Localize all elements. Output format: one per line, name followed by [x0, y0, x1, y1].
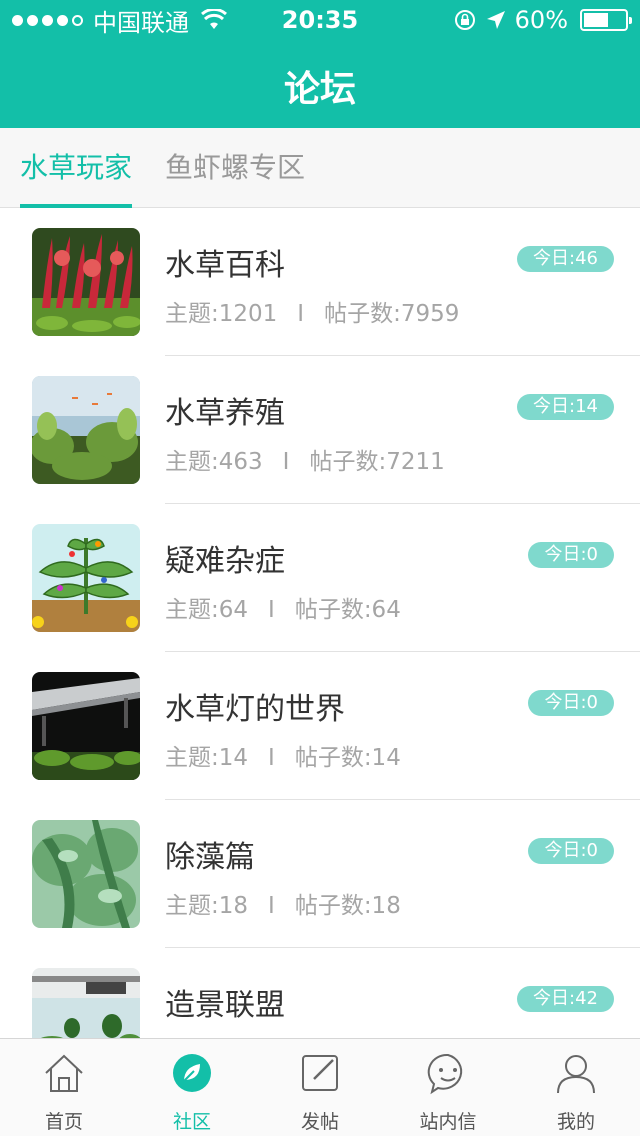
forum-row-algae-removal[interactable]: 除藻篇 主题:18 I 帖子数:18 今日:0	[0, 800, 640, 948]
forum-title: 疑难杂症	[165, 544, 285, 579]
message-icon	[427, 1053, 463, 1095]
today-count-badge: 今日:46	[517, 246, 614, 272]
stats-separator: I	[297, 301, 305, 327]
post-count: 帖子数:7959	[324, 301, 460, 327]
today-count-badge: 今日:0	[528, 690, 614, 716]
stats-separator: I	[268, 745, 275, 771]
tab-aquatic-plant-players[interactable]: 水草玩家	[20, 128, 133, 208]
tab-home[interactable]: 首页	[0, 1039, 128, 1136]
aquarium-light-thumbnail	[32, 672, 140, 780]
forum-stats: 主题:14 I 帖子数:14	[165, 738, 401, 772]
battery-percentage: 60%	[514, 6, 568, 34]
tab-label: 社区	[172, 1111, 211, 1133]
forum-title: 水草百科	[165, 248, 285, 283]
post-count: 帖子数:14	[294, 745, 401, 771]
compose-icon	[302, 1055, 338, 1091]
tab-profile[interactable]: 我的	[512, 1039, 640, 1136]
today-count-badge: 今日:0	[528, 838, 614, 864]
post-count: 帖子数:7211	[309, 449, 445, 475]
location-arrow-icon	[486, 11, 505, 29]
tab-compose[interactable]: 发帖	[256, 1039, 384, 1136]
topic-count: 主题:18	[165, 893, 249, 919]
topic-count: 主题:1201	[165, 301, 278, 327]
bottom-tab-bar: 首页 社区 发帖 站内信 我的	[0, 1038, 640, 1136]
forum-row-troubleshooting[interactable]: 疑难杂症 主题:64 I 帖子数:64 今日:0	[0, 504, 640, 652]
today-count-badge: 今日:42	[517, 986, 614, 1012]
battery-icon	[580, 9, 632, 31]
stats-separator: I	[282, 449, 290, 475]
tab-label: 站内信	[419, 1111, 477, 1133]
leaf-closeup-thumbnail	[32, 820, 140, 928]
topic-count: 主题:14	[165, 745, 249, 771]
navigation-bar: 论坛	[0, 40, 640, 128]
forum-row-aquascape-alliance[interactable]: 造景联盟 今日:42	[0, 948, 640, 1038]
category-tabs: 水草玩家 鱼虾螺专区	[0, 128, 640, 208]
planted-aquarium-thumbnail	[32, 376, 140, 484]
forum-row-plant-encyclopedia[interactable]: 水草百科 主题:1201 I 帖子数:7959 今日:46	[0, 208, 640, 356]
stats-separator: I	[268, 597, 275, 623]
plant-diagram-thumbnail	[32, 524, 140, 632]
forum-stats: 主题:1201 I 帖子数:7959	[165, 294, 459, 328]
profile-icon	[557, 1055, 595, 1094]
forum-stats: 主题:18 I 帖子数:18	[165, 886, 401, 920]
forum-title: 除藻篇	[165, 840, 255, 875]
tab-label: 发帖	[300, 1111, 339, 1133]
stats-separator: I	[268, 893, 275, 919]
tab-fish-shrimp-snail[interactable]: 鱼虾螺专区	[165, 128, 305, 208]
aquascape-tanks-thumbnail	[32, 968, 140, 1038]
forum-stats: 主题:463 I 帖子数:7211	[165, 442, 445, 476]
forum-title: 造景联盟	[165, 988, 285, 1023]
forum-title: 水草养殖	[165, 396, 285, 431]
forum-stats: 主题:64 I 帖子数:64	[165, 590, 401, 624]
red-aquatic-plant-thumbnail	[32, 228, 140, 336]
status-right: 60%	[453, 6, 632, 34]
post-count: 帖子数:64	[294, 597, 401, 623]
page-title: 论坛	[283, 69, 356, 110]
tab-community[interactable]: 社区	[128, 1039, 256, 1136]
tab-messages[interactable]: 站内信	[384, 1039, 512, 1136]
tab-label: 我的	[556, 1111, 595, 1133]
topic-count: 主题:463	[165, 449, 263, 475]
today-count-badge: 今日:14	[517, 394, 614, 420]
forum-row-plant-lighting[interactable]: 水草灯的世界 主题:14 I 帖子数:14 今日:0	[0, 652, 640, 800]
home-icon	[45, 1054, 83, 1092]
today-count-badge: 今日:0	[528, 542, 614, 568]
forum-list: 水草百科 主题:1201 I 帖子数:7959 今日:46 水草养殖 主题:463 I…	[0, 208, 640, 1038]
forum-row-plant-cultivation[interactable]: 水草养殖 主题:463 I 帖子数:7211 今日:14	[0, 356, 640, 504]
post-count: 帖子数:18	[294, 893, 401, 919]
community-icon	[173, 1054, 211, 1092]
rotation-lock-icon	[454, 10, 475, 30]
topic-count: 主题:64	[165, 597, 249, 623]
tab-label: 首页	[44, 1111, 83, 1133]
forum-title: 水草灯的世界	[165, 692, 345, 727]
status-bar: 中国联通 20:35 60%	[0, 0, 640, 40]
